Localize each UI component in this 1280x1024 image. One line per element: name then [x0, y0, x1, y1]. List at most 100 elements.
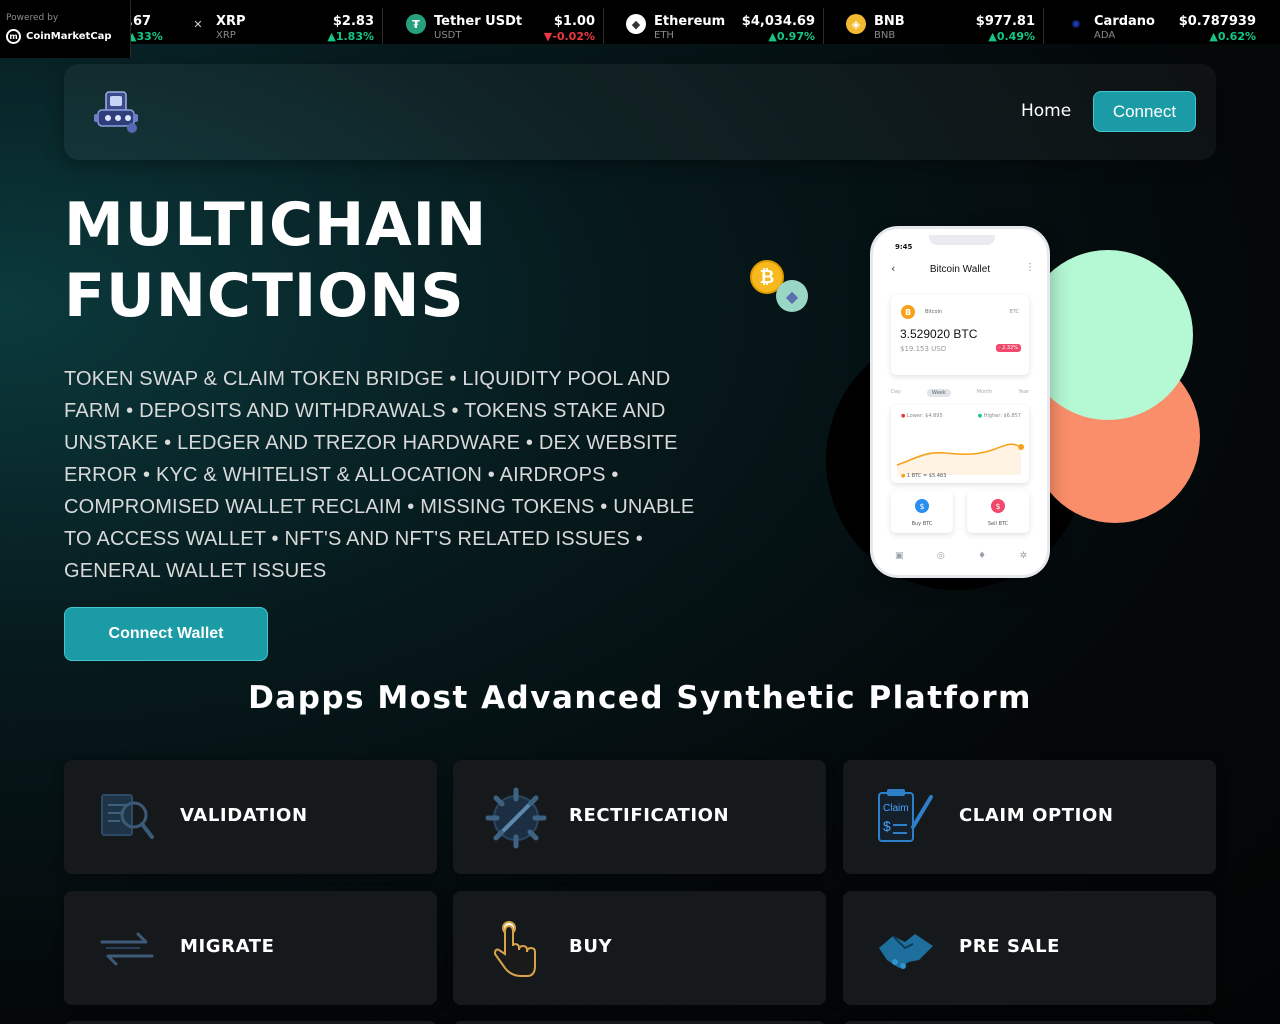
btc-rate: ● 1 BTC = $5.483 — [901, 473, 947, 479]
wallet-icon: ▣ — [895, 551, 904, 561]
ticker-change: ▲1.83% — [327, 30, 374, 43]
ticker-symbol: BNB — [874, 30, 896, 41]
crypto-price-ticker: .67 ▲33% ✕ XRP XRP $2.83 ▲1.83% ₮ Tether… — [0, 0, 1280, 44]
ticker-price: $977.81 — [975, 14, 1035, 29]
ticker-item-cardano[interactable]: ✺ Cardano ADA $0.787939 ▲0.62% — [1066, 8, 1264, 44]
sell-btc-label: Sell BTC — [987, 521, 1009, 527]
ethereum-icon: ◆ — [626, 14, 646, 34]
svg-text:Claim: Claim — [883, 803, 909, 814]
ticker-name: Ethereum — [654, 14, 726, 29]
sell-btc-action: $ Sell BTC — [967, 491, 1029, 533]
phone-bottom-nav: ▣ ◎ ♦ ✲ — [895, 551, 1027, 561]
ticker-item-tether[interactable]: ₮ Tether USDt USDT $1.00 ▼-0.02% — [406, 8, 604, 44]
xrp-icon: ✕ — [193, 17, 203, 31]
ticker-item-bnb[interactable]: ◈ BNB BNB $977.81 ▲0.49% — [846, 8, 1044, 44]
card-label: VALIDATION — [180, 805, 308, 826]
card-label: RECTIFICATION — [569, 805, 730, 826]
migrate-icon — [100, 932, 154, 966]
validation-icon — [101, 794, 154, 839]
ticker-price: $0.787939 — [1178, 14, 1256, 29]
balance-usd: $19.153 USD — [900, 345, 947, 353]
compass-icon: ◎ — [936, 551, 945, 561]
card-label: PRE SALE — [959, 936, 1061, 957]
ethereum-coin-icon: ◆ — [776, 280, 808, 312]
card-claim-option[interactable]: Claim $ CLAIM OPTION — [843, 760, 1216, 874]
lower-price: ● Lower: $4.895 — [901, 413, 943, 419]
tab-month: Month — [976, 389, 993, 395]
coinmarketcap-logo-icon: m — [6, 29, 21, 44]
bitcoin-icon: B — [901, 305, 915, 319]
connect-wallet-button[interactable]: Connect Wallet — [64, 607, 268, 661]
nav-home-link[interactable]: Home — [1021, 101, 1071, 121]
price-chart-card: ● Lower: $4.895 ● Higher: $6.857 ● 1 BTC… — [891, 405, 1029, 483]
tab-week: Week — [926, 389, 951, 397]
card-label: CLAIM OPTION — [959, 805, 1114, 826]
hero-title-line2: FUNCTIONS — [64, 261, 465, 331]
card-migrate[interactable]: MIGRATE — [64, 891, 437, 1005]
ticker-name: XRP — [216, 14, 246, 29]
card-pre-sale[interactable]: PRE SALE — [843, 891, 1216, 1005]
ticker-price: $1.00 — [553, 14, 595, 29]
phone-notch — [929, 235, 995, 245]
buy-icon — [493, 921, 536, 977]
ticker-price: .67 — [128, 14, 152, 29]
section-title: Dapps Most Advanced Synthetic Platform — [248, 680, 1032, 716]
ticker-change: ▲33% — [128, 30, 163, 43]
change-badge: - 2.32% — [995, 344, 1021, 352]
ticker-change: ▲0.97% — [768, 30, 815, 43]
hero-title-line1: MULTICHAIN — [64, 190, 488, 260]
card-rectification[interactable]: RECTIFICATION — [453, 760, 826, 874]
ticker-symbol: USDT — [434, 30, 462, 41]
ticker-name: Tether USDt — [434, 14, 523, 29]
card-validation[interactable]: VALIDATION — [64, 760, 437, 874]
ticker-name: BNB — [874, 14, 905, 29]
buy-btc-label: Buy BTC — [911, 521, 933, 527]
more-icon: ⋮ — [1025, 262, 1035, 273]
hero-description: TOKEN SWAP & CLAIM TOKEN BRIDGE • LIQUID… — [64, 368, 695, 582]
ticker-name: Cardano — [1094, 14, 1155, 29]
phone-time: 9:45 — [895, 243, 913, 251]
navbar: Home Connect — [64, 64, 1216, 160]
cardano-icon: ✺ — [1071, 17, 1081, 31]
ticker-symbol: XRP — [216, 30, 236, 41]
balance-amount: 3.529020 BTC — [900, 327, 978, 341]
ticker-change: ▼-0.02% — [543, 30, 595, 43]
site-logo[interactable] — [94, 90, 140, 134]
price-line-chart — [896, 443, 1024, 475]
coinmarketcap-brand: m CoinMarketCap — [6, 29, 112, 44]
buy-btc-action: $ Buy BTC — [891, 491, 953, 533]
bell-icon: ♦ — [978, 551, 987, 561]
ticker-item-ethereum[interactable]: ◆ Ethereum ETH $4,034.69 ▲0.97% — [626, 8, 824, 44]
card-label: BUY — [569, 936, 613, 957]
coinmarketcap-label: CoinMarketCap — [26, 31, 112, 42]
card-buy[interactable]: BUY — [453, 891, 826, 1005]
balance-card: B Bitcoin BTC 3.529020 BTC $19.153 USD -… — [891, 295, 1029, 375]
powered-by-coinmarketcap[interactable]: Powered by m CoinMarketCap — [0, 0, 131, 58]
phone-mockup: 9:45 ‹ Bitcoin Wallet ⋮ B Bitcoin BTC 3.… — [870, 226, 1050, 578]
period-tabs: Day Week Month Year — [891, 389, 1029, 397]
dollar-icon: $ — [991, 499, 1005, 513]
bnb-icon: ◈ — [846, 14, 866, 34]
dollar-icon: $ — [915, 499, 929, 513]
phone-title: Bitcoin Wallet — [929, 264, 991, 275]
coin-symbol: BTC — [1009, 309, 1019, 315]
ticker-item-xrp[interactable]: ✕ XRP XRP $2.83 ▲1.83% — [188, 8, 383, 44]
ticker-change: ▲0.49% — [988, 30, 1035, 43]
ticker-change: ▲0.62% — [1209, 30, 1256, 43]
ticker-price: $4,034.69 — [741, 14, 815, 29]
hero-title: MULTICHAIN FUNCTIONS — [64, 190, 704, 332]
ticker-price: $2.83 — [332, 14, 374, 29]
svg-text:$: $ — [883, 818, 891, 834]
higher-price: ● Higher: $6.857 — [977, 413, 1021, 419]
settings-icon: ✲ — [1019, 551, 1027, 561]
claim-icon: Claim $ — [878, 789, 933, 842]
connect-button[interactable]: Connect — [1093, 91, 1196, 132]
coin-name: Bitcoin — [925, 309, 943, 315]
tether-icon: ₮ — [406, 14, 426, 34]
tab-year: Year — [1018, 389, 1029, 395]
hero-illustration: ₿ ◆ 9:45 ‹ Bitcoin Wallet ⋮ B Bitcoin BT… — [740, 220, 1210, 600]
card-label: MIGRATE — [180, 936, 275, 957]
presale-icon — [879, 934, 933, 969]
tab-day: Day — [891, 389, 901, 395]
ticker-symbol: ADA — [1094, 30, 1116, 41]
